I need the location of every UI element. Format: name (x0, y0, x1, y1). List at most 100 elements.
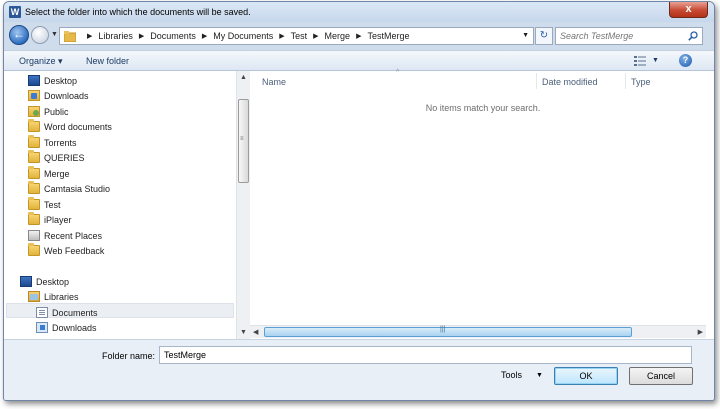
breadcrumb-separator-icon[interactable]: ▶ (139, 32, 144, 40)
nav-item-label: Test (44, 199, 61, 210)
nav-item-desktop[interactable]: Desktop (28, 73, 77, 88)
organize-button[interactable]: Organize ▾ (19, 56, 63, 67)
help-icon[interactable]: ? (679, 54, 692, 67)
ok-button[interactable]: OK (554, 367, 618, 385)
nav-item-recent-places[interactable]: Recent Places (28, 228, 102, 243)
breadcrumb-separator-icon[interactable]: ▶ (279, 32, 284, 40)
navigation-pane[interactable]: Desktop Downloads Public Word documents … (4, 71, 236, 339)
desktop-icon (20, 276, 32, 287)
nav-item-merge[interactable]: Merge (28, 166, 70, 181)
refresh-button[interactable]: ↻ (535, 27, 553, 45)
downloads-library-icon (36, 322, 48, 333)
nav-item-test[interactable]: Test (28, 197, 61, 212)
folder-icon (28, 212, 40, 225)
tree-item-documents[interactable]: Documents (36, 305, 98, 320)
word-app-icon: W (9, 6, 21, 18)
tree-item-label: Desktop (36, 276, 70, 287)
folder-icon (28, 166, 40, 179)
tools-button[interactable]: Tools (501, 370, 522, 380)
folder-icon (28, 150, 40, 163)
grip-icon: ≡ (240, 136, 244, 142)
column-divider[interactable] (625, 73, 626, 89)
forward-button[interactable] (31, 26, 49, 44)
recent-locations-dropdown[interactable]: ▼ (51, 31, 58, 38)
column-header-row: ^ Name Date modified Type (250, 69, 714, 91)
breadcrumb-documents[interactable]: Documents (150, 31, 196, 41)
breadcrumb: ▶ Libraries ▶ Documents ▶ My Documents ▶… (81, 31, 409, 41)
public-folder-icon (28, 106, 40, 117)
column-header-type[interactable]: Type (631, 77, 651, 87)
nav-pane-scrollbar[interactable]: ▲ ≡ ▼ (236, 71, 250, 339)
breadcrumb-separator-icon[interactable]: ▶ (202, 32, 207, 40)
sort-ascending-icon: ^ (396, 69, 400, 76)
breadcrumb-test[interactable]: Test (291, 31, 308, 41)
breadcrumb-separator-icon[interactable]: ▶ (313, 32, 318, 40)
hscrollbar-thumb[interactable] (264, 327, 632, 337)
desktop-icon (28, 75, 40, 86)
file-list-pane[interactable]: ^ Name Date modified Type No items match… (250, 69, 714, 339)
folder-icon (28, 181, 40, 194)
tools-dropdown-icon[interactable]: ▼ (536, 372, 543, 379)
breadcrumb-merge[interactable]: Merge (325, 31, 351, 41)
nav-item-word-documents[interactable]: Word documents (28, 119, 112, 134)
grip-icon: ||| (440, 326, 446, 333)
folder-name-label: Folder name: (102, 351, 156, 361)
nav-item-torrents[interactable]: Torrents (28, 135, 77, 150)
folder-icon (28, 119, 40, 132)
search-box[interactable] (555, 27, 703, 45)
tree-item-desktop[interactable]: Desktop (20, 274, 69, 289)
breadcrumb-my-documents[interactable]: My Documents (213, 31, 273, 41)
scroll-left-icon[interactable]: ◀ (253, 328, 258, 336)
tree-item-downloads[interactable]: Downloads (36, 320, 97, 335)
nav-item-label: QUERIES (44, 152, 85, 163)
back-button[interactable]: ← (9, 25, 29, 45)
view-options-icon[interactable] (634, 56, 646, 66)
cancel-button[interactable]: Cancel (629, 367, 693, 385)
nav-item-public[interactable]: Public (28, 104, 69, 119)
breadcrumb-separator-icon[interactable]: ▶ (87, 32, 92, 40)
scroll-right-icon[interactable]: ▶ (698, 328, 703, 336)
nav-item-label: Downloads (44, 90, 89, 101)
nav-item-iplayer[interactable]: iPlayer (28, 212, 72, 227)
breadcrumb-libraries[interactable]: Libraries (98, 31, 133, 41)
empty-results-message: No items match your search. (425, 103, 541, 113)
nav-item-label: Web Feedback (44, 245, 105, 256)
nav-item-camtasia-studio[interactable]: Camtasia Studio (28, 181, 110, 196)
close-button[interactable]: x (669, 2, 708, 18)
tree-item-libraries[interactable]: Libraries (28, 289, 79, 304)
file-list-hscrollbar[interactable]: ◀ ||| ▶ (250, 325, 706, 338)
column-divider[interactable] (536, 73, 537, 89)
nav-item-label: Desktop (44, 75, 78, 86)
folder-name-input[interactable] (159, 346, 692, 364)
documents-library-icon (36, 307, 48, 318)
search-input[interactable] (560, 30, 680, 42)
search-icon[interactable] (688, 31, 698, 41)
folder-icon (28, 243, 40, 256)
title-bar: W Select the folder into which the docum… (4, 2, 714, 22)
nav-item-downloads[interactable]: Downloads (28, 88, 89, 103)
nav-item-label: Torrents (44, 137, 77, 148)
address-dropdown-icon[interactable]: ▼ (522, 32, 529, 39)
column-header-date-modified[interactable]: Date modified (542, 77, 598, 87)
nav-item-label: Camtasia Studio (44, 183, 111, 194)
scroll-up-icon[interactable]: ▲ (240, 74, 247, 81)
nav-item-label: Recent Places (44, 230, 103, 241)
dialog-title: Select the folder into which the documen… (25, 7, 251, 17)
folder-icon (28, 135, 40, 148)
breadcrumb-testmerge[interactable]: TestMerge (367, 31, 409, 41)
column-header-name[interactable]: Name (262, 77, 286, 87)
address-bar[interactable]: ▶ Libraries ▶ Documents ▶ My Documents ▶… (59, 27, 534, 45)
view-dropdown-icon[interactable]: ▼ (652, 57, 659, 64)
nav-item-web-feedback[interactable]: Web Feedback (28, 243, 104, 258)
libraries-icon (28, 291, 40, 302)
new-folder-button[interactable]: New folder (86, 56, 129, 66)
downloads-folder-icon (28, 90, 40, 101)
browser-content: Desktop Downloads Public Word documents … (4, 69, 714, 339)
nav-item-queries[interactable]: QUERIES (28, 150, 85, 165)
nav-item-label: Merge (44, 168, 70, 179)
breadcrumb-separator-icon[interactable]: ▶ (356, 32, 361, 40)
address-row: ← ▼ ▶ Libraries ▶ Documents ▶ My Documen… (4, 22, 714, 50)
save-folder-dialog: W Select the folder into which the docum… (3, 1, 715, 401)
scroll-down-icon[interactable]: ▼ (240, 329, 247, 336)
command-toolbar: Organize ▾ New folder ▼ ? (4, 50, 714, 71)
